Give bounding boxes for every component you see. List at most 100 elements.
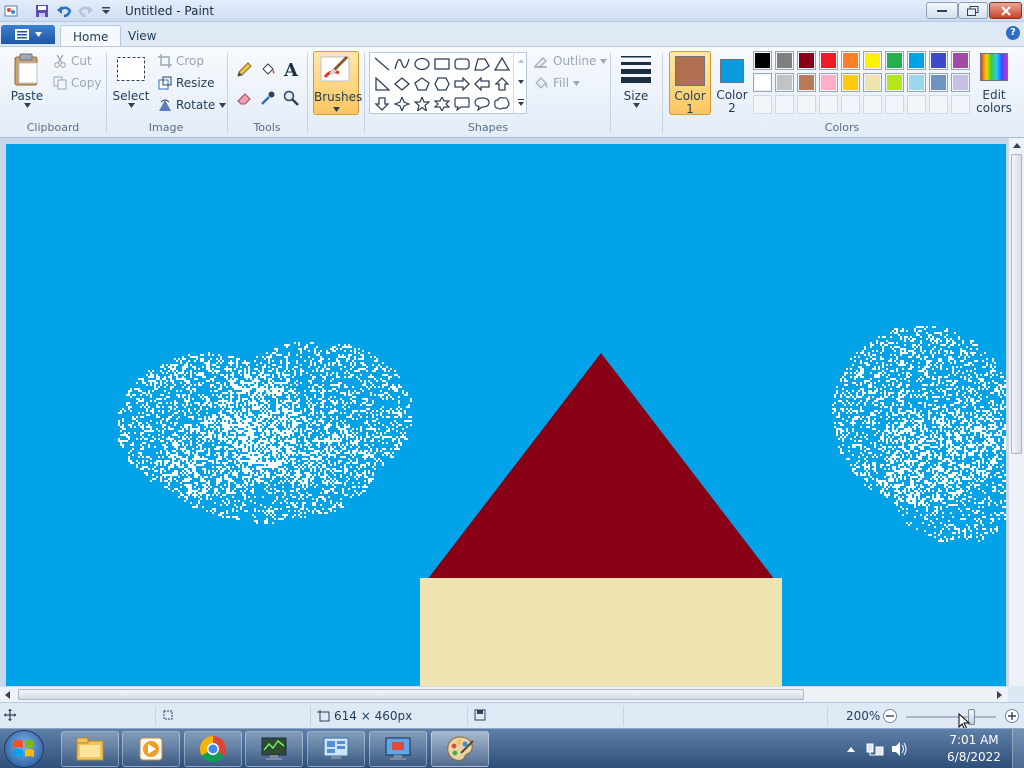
palette-swatch[interactable] bbox=[907, 51, 926, 70]
palette-swatch[interactable] bbox=[863, 51, 882, 70]
palette-swatch[interactable] bbox=[775, 51, 794, 70]
triangle-shape-icon[interactable] bbox=[492, 54, 512, 74]
customize-toolbar-icon[interactable] bbox=[98, 3, 114, 19]
palette-swatch[interactable] bbox=[797, 73, 816, 92]
edit-colors-button[interactable]: Edit colors bbox=[975, 51, 1015, 115]
fill-button[interactable]: Fill bbox=[533, 76, 581, 90]
palette-swatch[interactable] bbox=[753, 73, 772, 92]
pentagon-shape-icon[interactable] bbox=[412, 74, 432, 94]
palette-swatch[interactable] bbox=[841, 51, 860, 70]
fill-bucket-icon[interactable] bbox=[257, 59, 279, 81]
palette-swatch[interactable] bbox=[907, 73, 926, 92]
diamond-shape-icon[interactable] bbox=[392, 74, 412, 94]
palette-swatch[interactable] bbox=[929, 51, 948, 70]
polygon-shape-icon[interactable] bbox=[472, 54, 492, 74]
five-point-star-shape-icon[interactable] bbox=[412, 94, 432, 114]
text-tool-icon[interactable]: A bbox=[280, 59, 302, 81]
color1-button[interactable]: Color 1 bbox=[669, 51, 711, 116]
cloud-speck bbox=[254, 456, 256, 458]
palette-swatch[interactable] bbox=[929, 73, 948, 92]
brushes-button[interactable]: Brushes bbox=[313, 51, 362, 115]
drawing-canvas[interactable] bbox=[6, 144, 1006, 686]
save-icon[interactable] bbox=[34, 3, 50, 19]
palette-swatch[interactable] bbox=[775, 73, 794, 92]
palette-swatch[interactable] bbox=[951, 73, 970, 92]
select-button[interactable]: Select bbox=[112, 56, 150, 108]
cloud-speck bbox=[254, 462, 256, 464]
curve-shape-icon[interactable] bbox=[392, 54, 412, 74]
right-triangle-shape-icon[interactable] bbox=[372, 74, 392, 94]
palette-swatch[interactable] bbox=[863, 73, 882, 92]
resize-button[interactable]: Resize bbox=[158, 76, 214, 90]
tab-home[interactable]: Home bbox=[60, 25, 122, 46]
cut-button[interactable]: Cut bbox=[53, 54, 92, 68]
palette-swatch-empty[interactable] bbox=[841, 95, 860, 114]
palette-swatch[interactable] bbox=[819, 73, 838, 92]
palette-swatch-empty[interactable] bbox=[819, 95, 838, 114]
oval-callout-shape-icon[interactable] bbox=[472, 94, 492, 114]
line-shape-icon[interactable] bbox=[372, 54, 392, 74]
palette-swatch[interactable] bbox=[797, 51, 816, 70]
palette-swatch[interactable] bbox=[841, 73, 860, 92]
six-point-star-shape-icon[interactable] bbox=[432, 94, 452, 114]
cloud-speck bbox=[238, 432, 240, 434]
shapes-scroll[interactable] bbox=[513, 53, 527, 113]
palette-swatch[interactable] bbox=[885, 73, 904, 92]
palette-swatch-empty[interactable] bbox=[951, 95, 970, 114]
cloud-speck bbox=[286, 506, 288, 508]
cloud-speck bbox=[228, 500, 230, 502]
palette-swatch[interactable] bbox=[951, 51, 970, 70]
cloud-speck bbox=[142, 398, 144, 400]
color2-button[interactable]: Color 2 bbox=[713, 51, 749, 115]
color-picker-icon[interactable] bbox=[257, 87, 279, 109]
hexagon-shape-icon[interactable] bbox=[432, 74, 452, 94]
paste-button[interactable]: Paste bbox=[8, 53, 46, 108]
crop-button[interactable]: Crop bbox=[158, 54, 204, 68]
four-point-star-shape-icon[interactable] bbox=[392, 94, 412, 114]
eraser-icon[interactable] bbox=[233, 87, 255, 109]
undo-icon[interactable] bbox=[56, 3, 72, 19]
outline-button[interactable]: Outline bbox=[533, 54, 608, 68]
cloud-speck bbox=[266, 438, 268, 440]
copy-button[interactable]: Copy bbox=[53, 76, 101, 90]
cloud-speck bbox=[266, 522, 268, 524]
oval-shape-icon[interactable] bbox=[412, 54, 432, 74]
palette-swatch-empty[interactable] bbox=[929, 95, 948, 114]
cloud-speck bbox=[308, 510, 310, 512]
help-icon[interactable]: ? bbox=[1006, 26, 1020, 40]
cloud-speck bbox=[178, 460, 180, 462]
palette-swatch-empty[interactable] bbox=[753, 95, 772, 114]
palette-swatch-empty[interactable] bbox=[863, 95, 882, 114]
tab-view[interactable]: View bbox=[116, 25, 168, 46]
cloud-speck bbox=[232, 480, 234, 482]
palette-swatch[interactable] bbox=[885, 51, 904, 70]
rounded-rectangle-shape-icon[interactable] bbox=[452, 54, 472, 74]
close-button[interactable] bbox=[989, 2, 1022, 19]
cloud-speck bbox=[240, 430, 242, 432]
pencil-icon[interactable] bbox=[233, 59, 255, 81]
size-button[interactable]: Size bbox=[617, 53, 655, 108]
palette-swatch-empty[interactable] bbox=[885, 95, 904, 114]
redo-icon[interactable] bbox=[78, 3, 94, 19]
palette-swatch[interactable] bbox=[819, 51, 838, 70]
minimize-button[interactable] bbox=[926, 2, 958, 19]
palette-swatch-empty[interactable] bbox=[797, 95, 816, 114]
restore-button[interactable] bbox=[958, 2, 988, 19]
cloud-speck bbox=[258, 390, 260, 392]
cloud-callout-shape-icon[interactable] bbox=[492, 94, 512, 114]
magnifier-icon[interactable] bbox=[280, 87, 302, 109]
palette-swatch[interactable] bbox=[753, 51, 772, 70]
palette-swatch-empty[interactable] bbox=[907, 95, 926, 114]
cloud-speck bbox=[400, 432, 402, 434]
palette-swatch-empty[interactable] bbox=[775, 95, 794, 114]
rounded-callout-shape-icon[interactable] bbox=[452, 94, 472, 114]
down-arrow-shape-icon[interactable] bbox=[372, 94, 392, 114]
up-arrow-shape-icon[interactable] bbox=[492, 74, 512, 94]
left-arrow-shape-icon[interactable] bbox=[472, 74, 492, 94]
app-menu-button[interactable] bbox=[1, 25, 55, 44]
cloud-speck bbox=[346, 444, 348, 446]
rotate-button[interactable]: Rotate bbox=[158, 98, 227, 112]
right-arrow-shape-icon[interactable] bbox=[452, 74, 472, 94]
rectangle-shape-icon[interactable] bbox=[432, 54, 452, 74]
paint-app-icon[interactable] bbox=[3, 3, 19, 19]
